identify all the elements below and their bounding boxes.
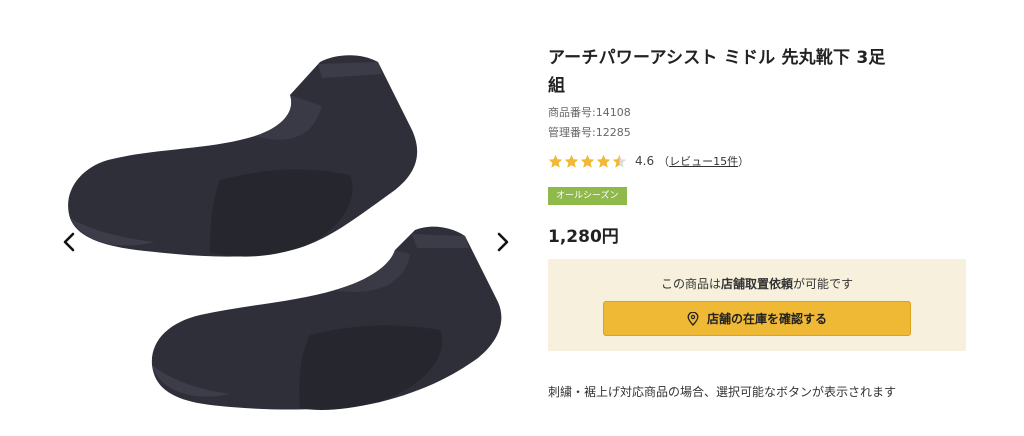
rating: 4.6 （レビュー15件） (548, 152, 749, 170)
management-number: 管理番号:12285 (548, 126, 631, 139)
product-gallery (0, 0, 540, 436)
chevron-right-icon (497, 232, 509, 252)
product-title: アーチパワーアシスト ミドル 先丸靴下 3足組 (548, 48, 886, 96)
rating-stars (548, 154, 627, 169)
product-image (68, 55, 502, 410)
map-pin-icon (687, 311, 699, 326)
sock-top (68, 55, 418, 257)
store-note-post: が可能です (793, 277, 854, 291)
review-paren-open: （ (658, 155, 670, 168)
product-number: 商品番号:14108 (548, 106, 631, 119)
review-paren-close: ） (738, 155, 750, 168)
check-store-stock-label: 店舗の在庫を確認する (706, 312, 827, 326)
product-info: アーチパワーアシスト ミドル 先丸靴下 3足組 商品番号:14108 管理番号:… (548, 0, 968, 436)
embroidery-note: 刺繍・裾上げ対応商品の場合、選択可能なボタンが表示されます (548, 385, 897, 399)
season-badge: オールシーズン (548, 187, 627, 205)
review-link-wrap: （レビュー15件） (658, 153, 749, 169)
store-note-bold: 店舗取置依頼 (720, 277, 793, 291)
gallery-next-button[interactable] (489, 228, 517, 256)
price: 1,280円 (548, 227, 619, 247)
review-count-link[interactable]: レビュー15件 (669, 155, 738, 168)
star-half-icon (612, 154, 627, 168)
gallery-prev-button[interactable] (55, 228, 83, 256)
chevron-left-icon (63, 232, 75, 252)
star-full-icon (596, 154, 611, 168)
check-store-stock-button[interactable]: 店舗の在庫を確認する (603, 301, 911, 336)
star-full-icon (564, 154, 579, 168)
store-note-pre: この商品は (660, 277, 721, 291)
store-pickup-note: この商品は店舗取置依頼が可能です (548, 275, 966, 292)
star-full-icon (580, 154, 595, 168)
star-full-icon (548, 154, 563, 168)
store-pickup-panel: この商品は店舗取置依頼が可能です 店舗の在庫を確認する (548, 259, 966, 351)
rating-value: 4.6 (635, 154, 655, 168)
